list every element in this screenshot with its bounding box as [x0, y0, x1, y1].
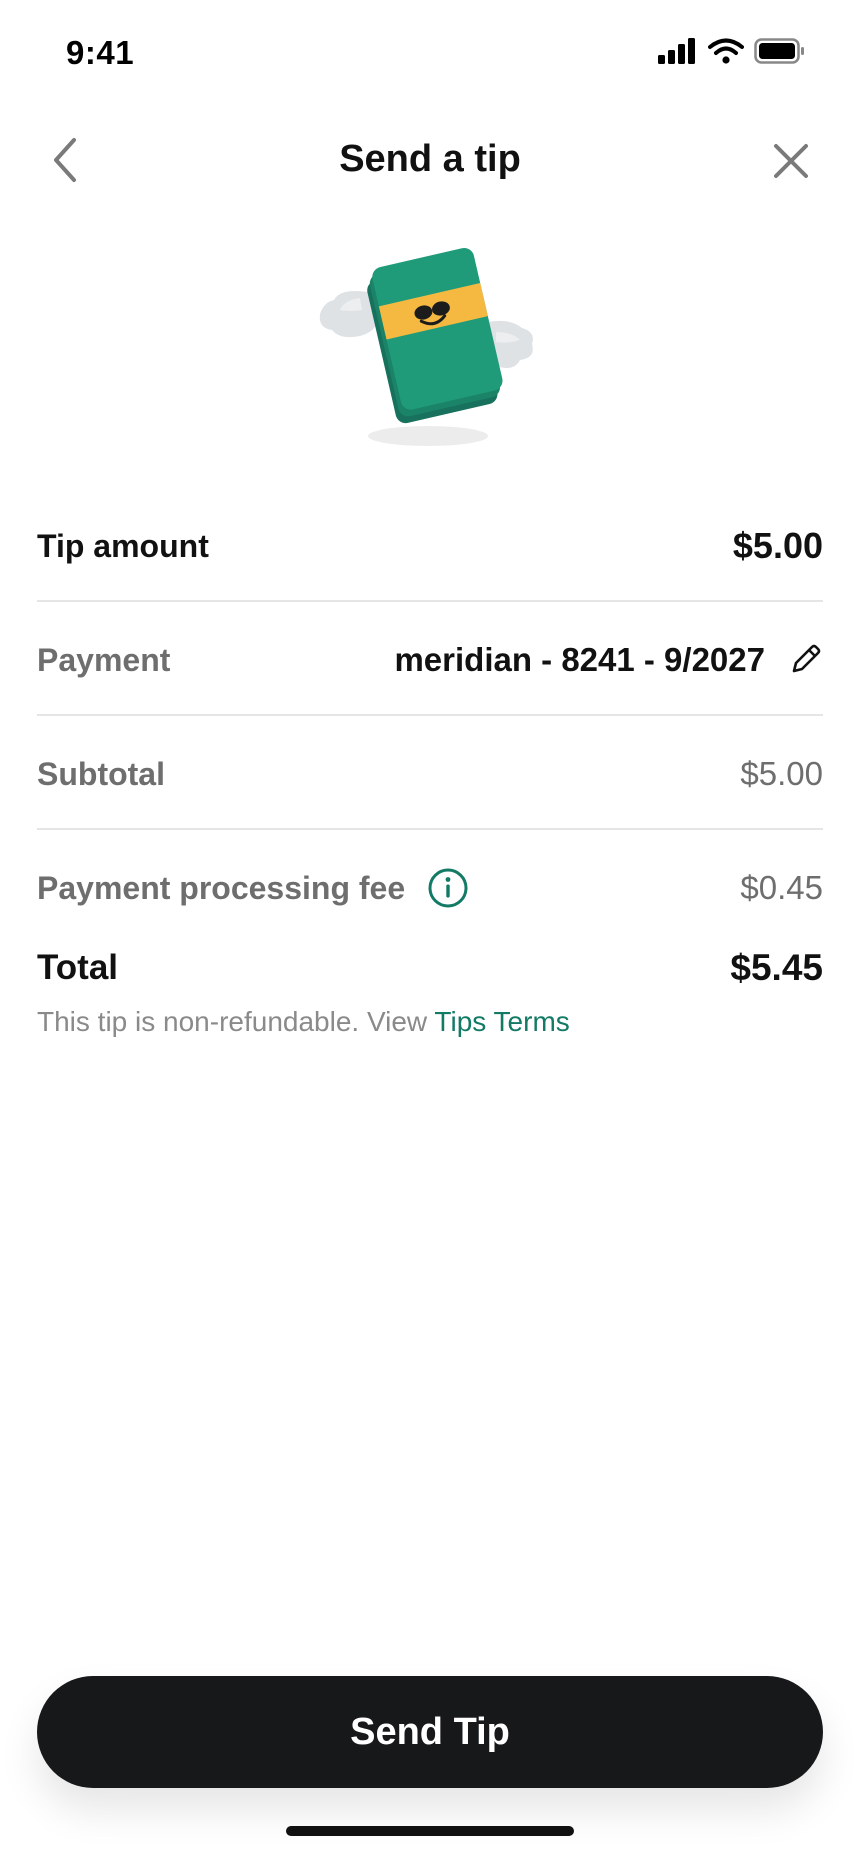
total-row: Total $5.45 [37, 938, 823, 998]
divider [37, 828, 823, 830]
status-icons [658, 38, 806, 64]
home-indicator [286, 1826, 574, 1836]
edit-payment-button[interactable] [787, 642, 823, 678]
processing-fee-label: Payment processing fee [37, 869, 406, 906]
processing-fee-value: $0.45 [740, 869, 823, 906]
wifi-icon [708, 38, 744, 64]
processing-fee-row: Payment processing fee $0.45 [37, 858, 823, 918]
signal-icon [658, 38, 695, 64]
refund-disclaimer: This tip is non-refundable. View Tips Te… [37, 1006, 570, 1038]
subtotal-label: Subtotal [37, 755, 165, 792]
divider [37, 714, 823, 716]
payment-row[interactable]: Payment meridian - 8241 - 9/2027 [37, 630, 823, 690]
send-tip-button[interactable]: Send Tip [37, 1676, 823, 1788]
page-title: Send a tip [339, 138, 521, 180]
close-icon [774, 144, 808, 178]
close-button[interactable] [768, 138, 814, 184]
pencil-icon [792, 644, 821, 673]
total-value: $5.45 [730, 947, 823, 988]
subtotal-value: $5.00 [740, 755, 823, 792]
cash-stack-icon [319, 247, 533, 446]
status-time: 9:41 [66, 34, 135, 71]
battery-icon [754, 38, 804, 64]
payment-method-value: meridian - 8241 - 9/2027 [394, 641, 765, 678]
payment-method: meridian - 8241 - 9/2027 [394, 641, 823, 679]
divider [37, 600, 823, 602]
nav-bar: Send a tip [0, 120, 860, 200]
disclaimer-text: This tip is non-refundable. View [37, 1006, 435, 1037]
payment-label: Payment [37, 641, 171, 678]
info-icon [428, 868, 468, 908]
tip-amount-label: Tip amount [37, 527, 209, 564]
fee-info-button[interactable] [427, 867, 469, 909]
tips-terms-link[interactable]: Tips Terms [434, 1006, 569, 1037]
processing-fee-left: Payment processing fee [37, 867, 469, 909]
tip-amount-row: Tip amount $5.00 [37, 516, 823, 576]
total-label: Total [37, 948, 119, 987]
tip-amount-value: $5.00 [732, 525, 823, 566]
status-bar: 9:41 [0, 0, 860, 110]
subtotal-row: Subtotal $5.00 [37, 744, 823, 804]
hero-illustration [300, 240, 560, 460]
